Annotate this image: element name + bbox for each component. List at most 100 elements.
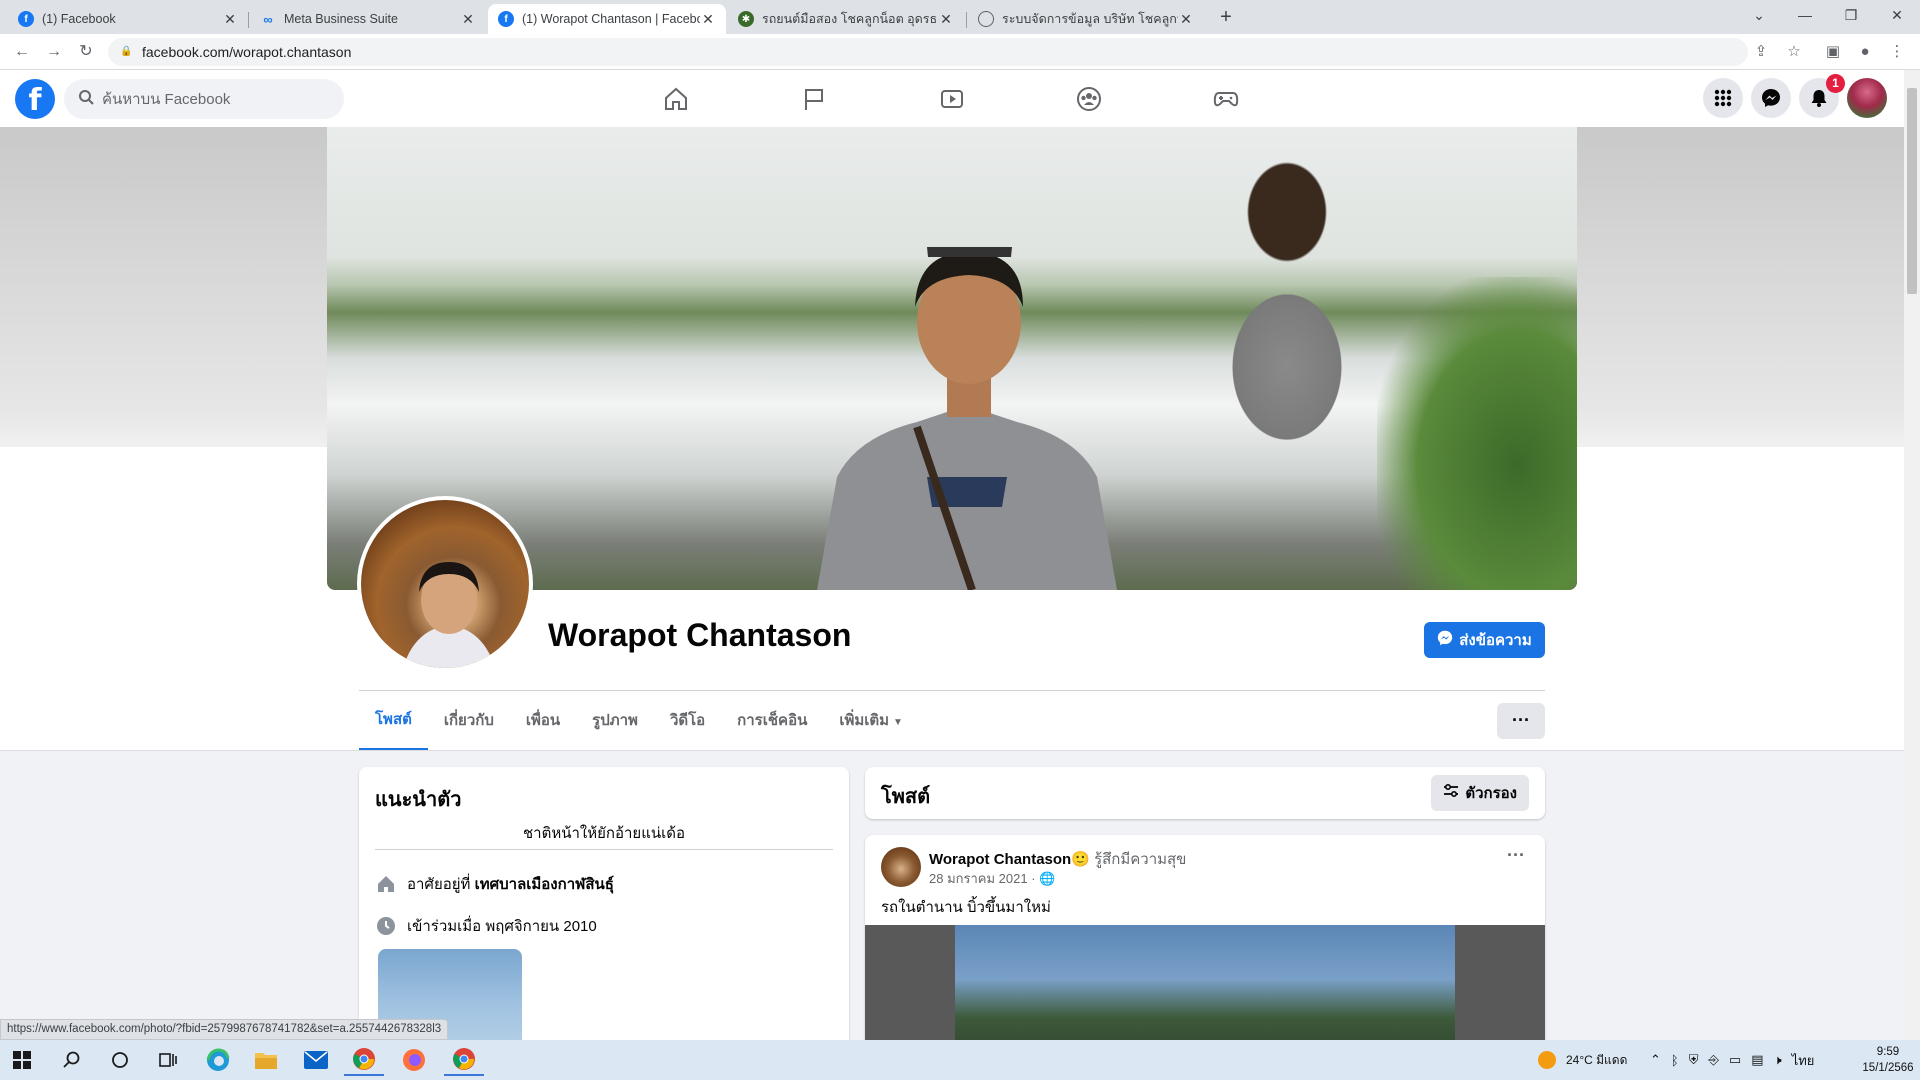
send-message-button[interactable]: ส่งข้อความ [1424, 622, 1545, 658]
tab-title: (1) Facebook [42, 12, 116, 26]
weather-text: 24°C มีแดด [1566, 1052, 1628, 1067]
input-language[interactable]: ไทย [1792, 1050, 1815, 1071]
tab-posts[interactable]: โพสต์ [359, 691, 428, 751]
gaming-icon[interactable] [1206, 82, 1246, 116]
browser-tab-cars[interactable]: ✱ รถยนต์มือสอง โชคลูกน็อต อุดรธานี ✕ [728, 4, 964, 34]
scrollbar-thumb[interactable] [1907, 88, 1917, 294]
task-view-icon[interactable] [148, 1044, 188, 1076]
close-tab-icon[interactable]: ✕ [460, 11, 476, 28]
notification-badge: 1 [1826, 74, 1845, 93]
site-icon: ✱ [738, 11, 754, 27]
tab-videos[interactable]: วิดีโอ [654, 691, 721, 751]
meta-icon: ∞ [263, 11, 273, 27]
file-explorer-icon[interactable] [246, 1044, 286, 1076]
battery-icon[interactable]: ▭ [1729, 1052, 1741, 1068]
messenger-icon [1437, 630, 1453, 650]
show-hidden-icons-chevron[interactable]: ⌃ [1650, 1052, 1661, 1068]
tab-about[interactable]: เกี่ยวกับ [428, 691, 510, 751]
tab-photos[interactable]: รูปภาพ [576, 691, 654, 751]
back-arrow-icon[interactable]: ← [8, 40, 36, 64]
profile-more-options-button[interactable]: ··· [1497, 703, 1545, 739]
post-timestamp[interactable]: 28 มกราคม 2021 · 🌐 [929, 868, 1055, 889]
groups-icon[interactable] [1069, 82, 1109, 116]
side-panel-icon[interactable]: ▣ [1822, 42, 1844, 62]
menu-grid-button[interactable] [1703, 78, 1743, 118]
network-icon[interactable]: ▤ [1751, 1052, 1763, 1068]
facebook-search-input[interactable]: ค้นหาบน Facebook [64, 79, 344, 119]
usb-icon[interactable]: ⎆ [1708, 1052, 1718, 1068]
home-icon[interactable] [656, 82, 696, 116]
tab-more-label: เพิ่มเติม [839, 712, 890, 729]
chrome-menu-icon[interactable]: ⋮ [1886, 42, 1908, 62]
profile-tabs: โพสต์ เกี่ยวกับ เพื่อน รูปภาพ วิดีโอ การ… [359, 691, 919, 751]
windows-start-icon[interactable] [2, 1044, 42, 1076]
profile-icon[interactable]: ● [1854, 42, 1876, 62]
close-tab-icon[interactable]: ✕ [938, 11, 954, 28]
bookmark-star-icon[interactable]: ☆ [1783, 42, 1805, 62]
joined-label: เข้าร่วมเมื่อ พฤศจิกายน 2010 [407, 918, 597, 935]
edge-browser-icon[interactable] [198, 1044, 238, 1076]
firefox-icon[interactable] [394, 1044, 434, 1076]
address-bar[interactable]: 🔒 facebook.com/worapot.chantason [108, 38, 1748, 66]
post-options-icon[interactable]: ··· [1507, 845, 1525, 866]
tab-more[interactable]: เพิ่มเติม ▼ [823, 691, 919, 751]
posts-title: โพสต์ [881, 786, 931, 808]
watch-video-icon[interactable] [932, 82, 972, 116]
facebook-icon: f [498, 11, 514, 27]
tab-search-chevron-icon[interactable]: ⌄ [1736, 0, 1782, 30]
cover-person-figure [817, 247, 1117, 590]
reload-icon[interactable]: ↻ [72, 40, 100, 64]
notifications-button[interactable]: 1 [1799, 74, 1845, 118]
tab-checkins[interactable]: การเช็คอิน [721, 691, 823, 751]
minimize-button[interactable]: — [1782, 0, 1828, 30]
share-icon[interactable]: ⇪ [1750, 42, 1772, 62]
clock-date: 15/1/2566 [1862, 1062, 1914, 1074]
close-window-button[interactable]: ✕ [1874, 0, 1920, 30]
posts-header-card: โพสต์ ตัวกรอง [865, 767, 1545, 819]
caret-down-icon: ▼ [893, 717, 903, 728]
windows-taskbar: 24°C มีแดด ⌃ ᛒ ⛨ ⎆ ▭ ▤ 🕨 ไทย 9:59 15/1/2… [0, 1040, 1920, 1080]
post-author-name[interactable]: Worapot Chantason [929, 851, 1071, 868]
clock-time: 9:59 [1876, 1046, 1900, 1058]
weather-widget[interactable]: 24°C มีแดด [1538, 1040, 1627, 1080]
chrome-icon[interactable] [344, 1044, 384, 1076]
clock-icon [375, 915, 397, 937]
search-icon[interactable] [52, 1044, 92, 1076]
forward-arrow-icon[interactable]: → [40, 40, 68, 64]
pages-flag-icon[interactable] [794, 82, 834, 116]
browser-tab-meta[interactable]: ∞ Meta Business Suite ✕ [250, 4, 486, 34]
post-author-avatar[interactable] [881, 847, 921, 887]
browser-tab-system[interactable]: ระบบจัดการข้อมูล บริษัท โชคลูกน็อต จ. ✕ [968, 4, 1204, 34]
new-tab-button[interactable]: + [1214, 6, 1238, 30]
tab-friends[interactable]: เพื่อน [510, 691, 576, 751]
filter-label: ตัวกรอง [1465, 785, 1517, 802]
tab-title: (1) Worapot Chantason | Facebook [522, 12, 700, 26]
page-scrollbar[interactable] [1904, 70, 1920, 1040]
system-clock[interactable]: 9:59 15/1/2566 [1860, 1044, 1916, 1076]
search-icon [78, 89, 94, 109]
cortana-icon[interactable] [100, 1044, 140, 1076]
messenger-icon [1762, 89, 1780, 107]
cover-photo[interactable] [327, 127, 1577, 590]
bluetooth-icon[interactable]: ᛒ [1671, 1053, 1679, 1068]
lives-in-place-link[interactable]: เทศบาลเมืองกาฬสินธุ์ [475, 872, 614, 896]
mail-icon[interactable] [296, 1044, 336, 1076]
chrome-profile-icon[interactable] [444, 1044, 484, 1076]
restore-button[interactable]: ❐ [1828, 0, 1874, 30]
browser-tab-facebook[interactable]: f (1) Facebook ✕ [8, 4, 248, 34]
facebook-logo-icon[interactable]: f [15, 79, 55, 119]
messenger-button[interactable] [1751, 78, 1791, 118]
profile-name: Worapot Chantason [548, 617, 852, 653]
profile-picture[interactable] [357, 496, 533, 672]
volume-mute-icon[interactable]: 🕨 [1773, 1052, 1781, 1068]
bell-icon [1811, 90, 1827, 107]
close-tab-icon[interactable]: ✕ [222, 11, 238, 28]
account-avatar[interactable] [1847, 78, 1887, 118]
post-feeling: 🙂 รู้สึกมีความสุข [1071, 851, 1187, 868]
close-tab-icon[interactable]: ✕ [1178, 11, 1194, 28]
close-tab-icon[interactable]: ✕ [700, 11, 716, 28]
browser-tab-profile[interactable]: f (1) Worapot Chantason | Facebook ✕ [488, 4, 726, 34]
filter-button[interactable]: ตัวกรอง [1431, 775, 1529, 811]
security-shield-icon[interactable]: ⛨ [1689, 1052, 1699, 1068]
lock-icon[interactable]: 🔒 [120, 46, 132, 58]
